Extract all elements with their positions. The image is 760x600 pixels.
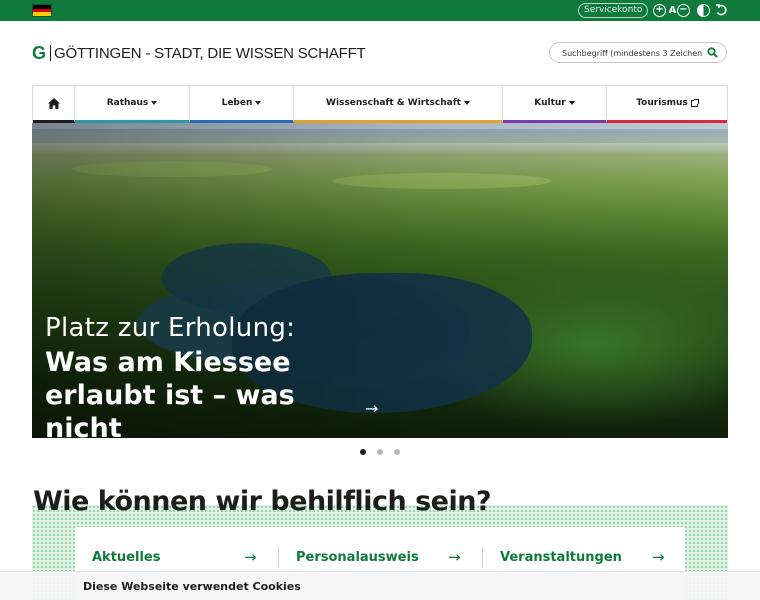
- main-navigation: Rathaus Leben Wissenschaft & Wirtschaft …: [32, 85, 728, 123]
- help-title: Wie können wir behilflich sein?: [33, 486, 492, 517]
- caret-down-icon: [568, 101, 575, 105]
- caret-down-icon: [463, 101, 470, 105]
- slider-dot-3[interactable]: [394, 449, 400, 455]
- hero-kicker: Platz zur Erholung:: [45, 313, 296, 343]
- nav-item-leben[interactable]: Leben: [190, 86, 294, 123]
- nav-label: Leben: [221, 98, 253, 108]
- german-flag-icon[interactable]: [32, 4, 52, 17]
- logo-mark: G: [32, 44, 52, 62]
- site-logo[interactable]: G GÖTTINGEN - STADT, DIE WISSEN SCHAFFT: [32, 44, 366, 62]
- slider-dots: [360, 449, 400, 455]
- logo-text: GÖTTINGEN - STADT, DIE WISSEN SCHAFFT: [54, 44, 366, 62]
- arrow-right-icon[interactable]: →: [244, 548, 257, 566]
- nav-item-home[interactable]: [33, 86, 75, 123]
- nav-item-rathaus[interactable]: Rathaus: [75, 86, 190, 123]
- cookie-banner: Diese Webseite verwendet Cookies: [0, 571, 760, 600]
- caret-down-icon: [151, 101, 158, 105]
- slider-dot-2[interactable]: [377, 449, 383, 455]
- home-icon: [47, 97, 60, 109]
- top-bar: Servicekonto + A −: [0, 0, 760, 21]
- nav-label: Kultur: [534, 98, 566, 108]
- nav-label: Tourismus: [636, 98, 688, 108]
- servicekonto-button[interactable]: Servicekonto: [578, 3, 649, 18]
- caret-down-icon: [255, 101, 262, 105]
- nav-label: Wissenschaft & Wirtschaft: [326, 98, 461, 108]
- nav-label: Rathaus: [106, 98, 149, 108]
- search-icon[interactable]: [707, 47, 718, 58]
- search-box: [549, 42, 727, 63]
- help-link-veranstaltungen[interactable]: Veranstaltungen: [500, 550, 622, 565]
- nav-item-tourismus[interactable]: Tourismus: [607, 86, 727, 123]
- cookie-banner-text: Diese Webseite verwendet Cookies: [83, 580, 301, 593]
- slider-dot-1[interactable]: [360, 449, 366, 455]
- font-decrease-icon[interactable]: −: [677, 4, 690, 17]
- divider: [278, 548, 279, 568]
- divider: [482, 548, 483, 568]
- help-link-personalausweis[interactable]: Personalausweis: [296, 550, 419, 565]
- arrow-right-icon[interactable]: →: [652, 548, 665, 566]
- external-link-icon: [690, 98, 699, 107]
- hero-arrow-icon[interactable]: →: [365, 399, 378, 418]
- hero-title[interactable]: Was am Kiessee erlaubt ist – was nicht: [45, 346, 375, 438]
- contrast-icon[interactable]: [697, 4, 710, 17]
- search-input[interactable]: [562, 46, 702, 60]
- help-link-aktuelles[interactable]: Aktuelles: [92, 550, 160, 565]
- nav-item-wissenschaft-wirtschaft[interactable]: Wissenschaft & Wirtschaft: [294, 86, 503, 123]
- reset-icon[interactable]: [715, 4, 728, 17]
- arrow-right-icon[interactable]: →: [448, 548, 461, 566]
- hero-slider[interactable]: Platz zur Erholung: Was am Kiessee erlau…: [32, 123, 728, 438]
- nav-item-kultur[interactable]: Kultur: [503, 86, 607, 123]
- font-increase-icon[interactable]: +: [653, 4, 666, 17]
